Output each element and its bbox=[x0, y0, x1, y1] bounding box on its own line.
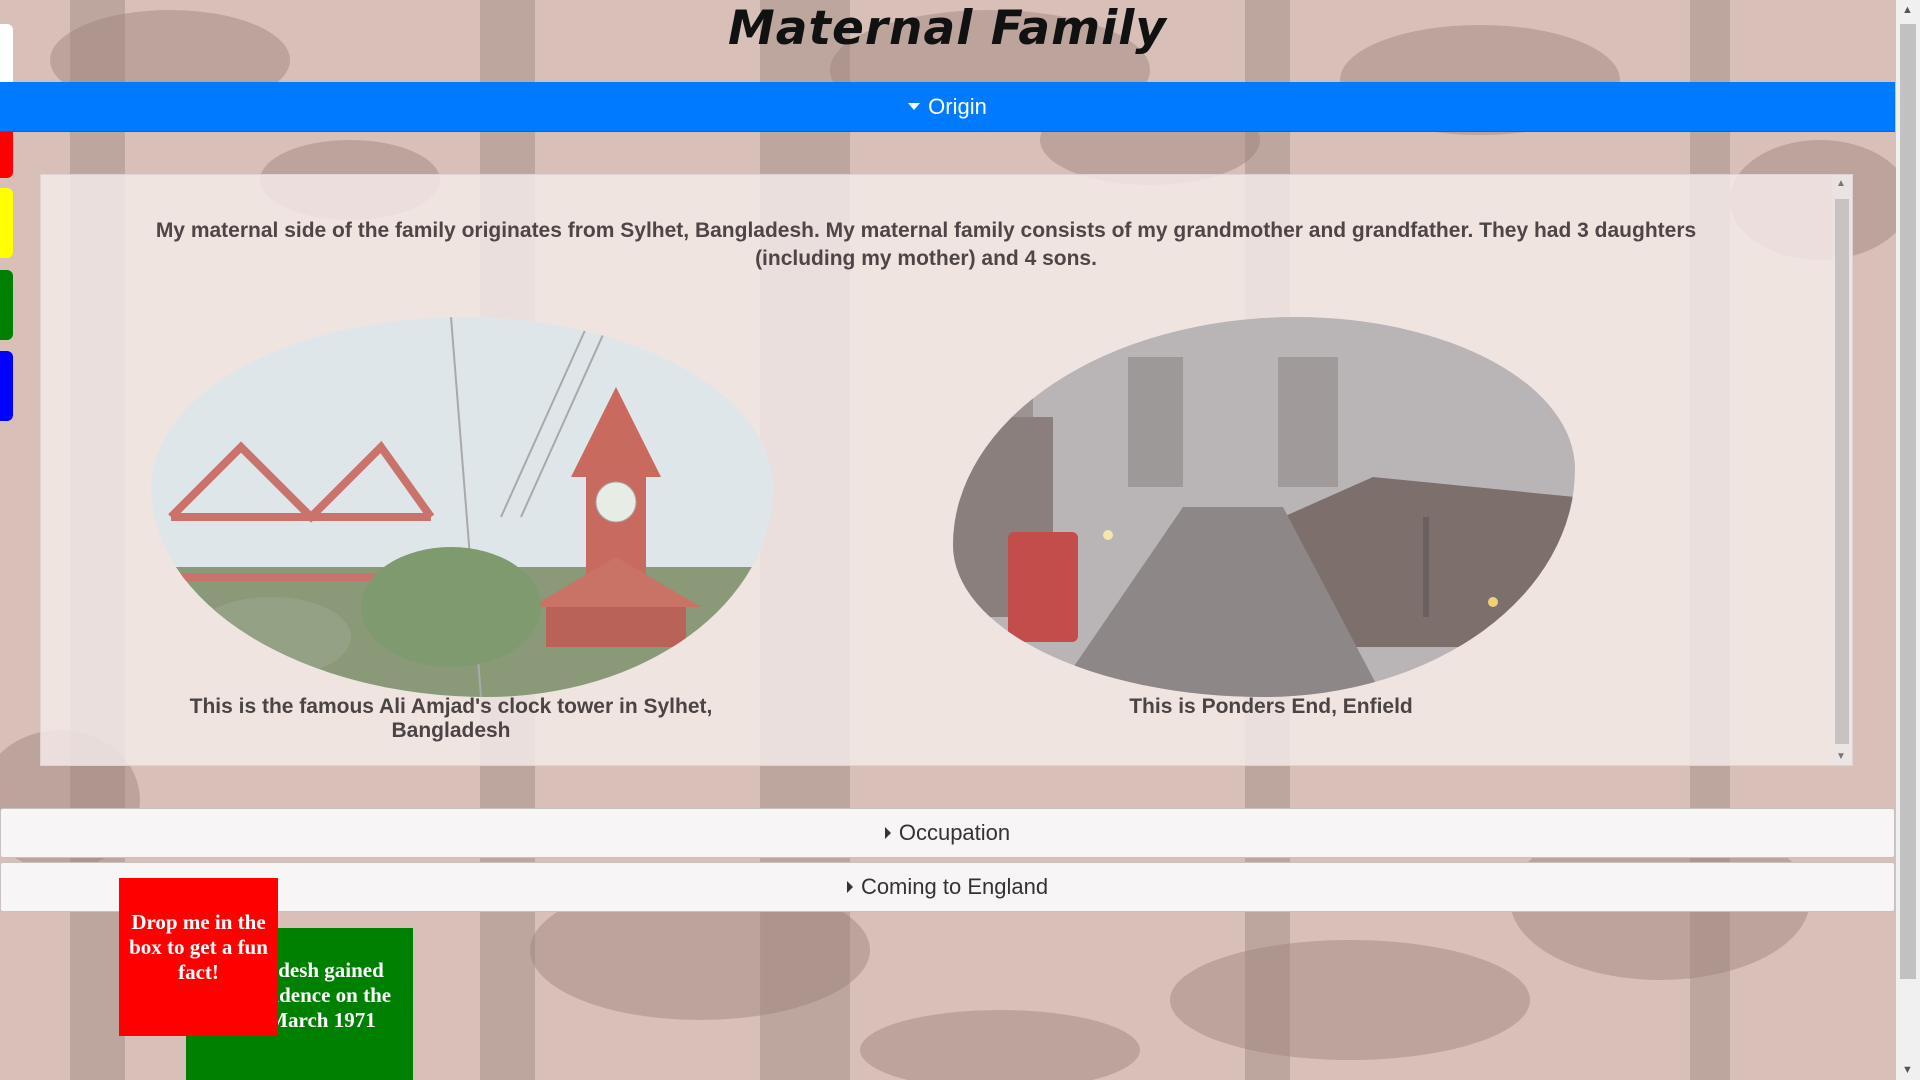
side-tab-yellow[interactable] bbox=[0, 188, 13, 258]
scroll-up-icon[interactable]: ▲ bbox=[1902, 4, 1913, 16]
panel-scroll-thumb[interactable] bbox=[1835, 199, 1849, 744]
panel-scrollbar[interactable]: ▲ ▼ bbox=[1832, 175, 1852, 765]
side-tab-green[interactable] bbox=[0, 270, 13, 340]
accordion-occupation-label: Occupation bbox=[898, 820, 1011, 845]
page-scroll-thumb[interactable] bbox=[1900, 24, 1916, 979]
caret-right-icon bbox=[884, 827, 891, 839]
page-title: Maternal Family bbox=[728, 1, 1167, 56]
drag-me-box[interactable]: Drop me in the box to get a fun fact! bbox=[119, 878, 278, 1036]
scroll-down-icon[interactable]: ▼ bbox=[1836, 751, 1846, 762]
accordion-occupation-header[interactable]: Occupation bbox=[0, 808, 1895, 858]
origin-intro-text: My maternal side of the family originate… bbox=[155, 219, 1697, 270]
accordion-origin-header[interactable]: Origin bbox=[0, 82, 1895, 132]
accordion-coming-to-england-header[interactable]: Coming to England bbox=[0, 862, 1895, 912]
origin-panel: My maternal side of the family originate… bbox=[40, 174, 1853, 766]
scroll-down-icon[interactable]: ▼ bbox=[1902, 1064, 1913, 1076]
scroll-up-icon[interactable]: ▲ bbox=[1836, 178, 1846, 189]
clock-tower-caption: This is the famous Ali Amjad's clock tow… bbox=[189, 695, 713, 742]
caret-down-icon bbox=[908, 103, 921, 110]
caret-right-icon bbox=[846, 881, 853, 893]
ponders-end-caption: This is Ponders End, Enfield bbox=[1129, 695, 1413, 718]
accordion-origin-label: Origin bbox=[928, 93, 987, 119]
page-scrollbar[interactable]: ▲ ▼ bbox=[1896, 0, 1920, 1080]
ponders-end-photo bbox=[953, 317, 1575, 697]
side-tab-blue[interactable] bbox=[0, 351, 13, 421]
clock-tower-photo bbox=[151, 317, 773, 697]
accordion-coming-to-england-label: Coming to England bbox=[860, 874, 1049, 899]
